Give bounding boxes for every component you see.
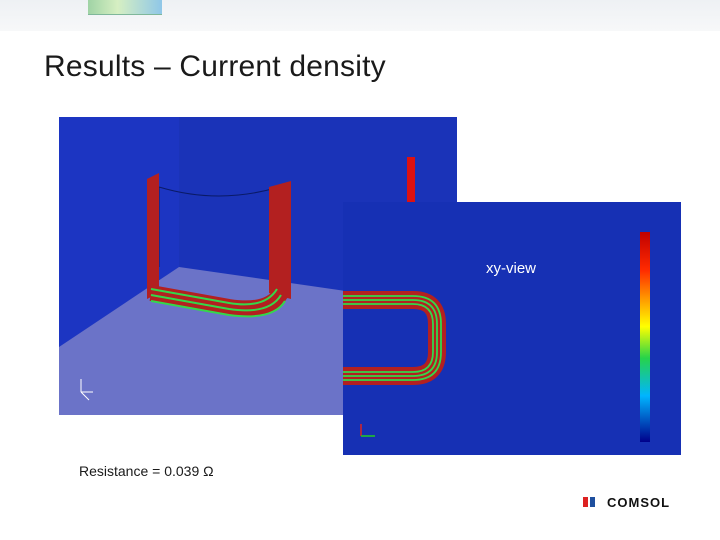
brand-text: COMSOL xyxy=(607,494,671,510)
slide-title: Results – Current density xyxy=(44,50,386,83)
conductor-plate-left xyxy=(147,173,159,299)
view-label: xy-view xyxy=(486,260,537,277)
resistance-text: Resistance = 0.039 Ω xyxy=(79,463,214,479)
conductor-plate-right xyxy=(269,181,291,299)
plot-xy-view xyxy=(343,202,681,455)
comsol-logo: COMSOL xyxy=(583,493,670,511)
colorbar-legend xyxy=(640,232,650,442)
logo-thumbnail xyxy=(88,0,162,15)
brand-mark-icon xyxy=(583,497,601,507)
